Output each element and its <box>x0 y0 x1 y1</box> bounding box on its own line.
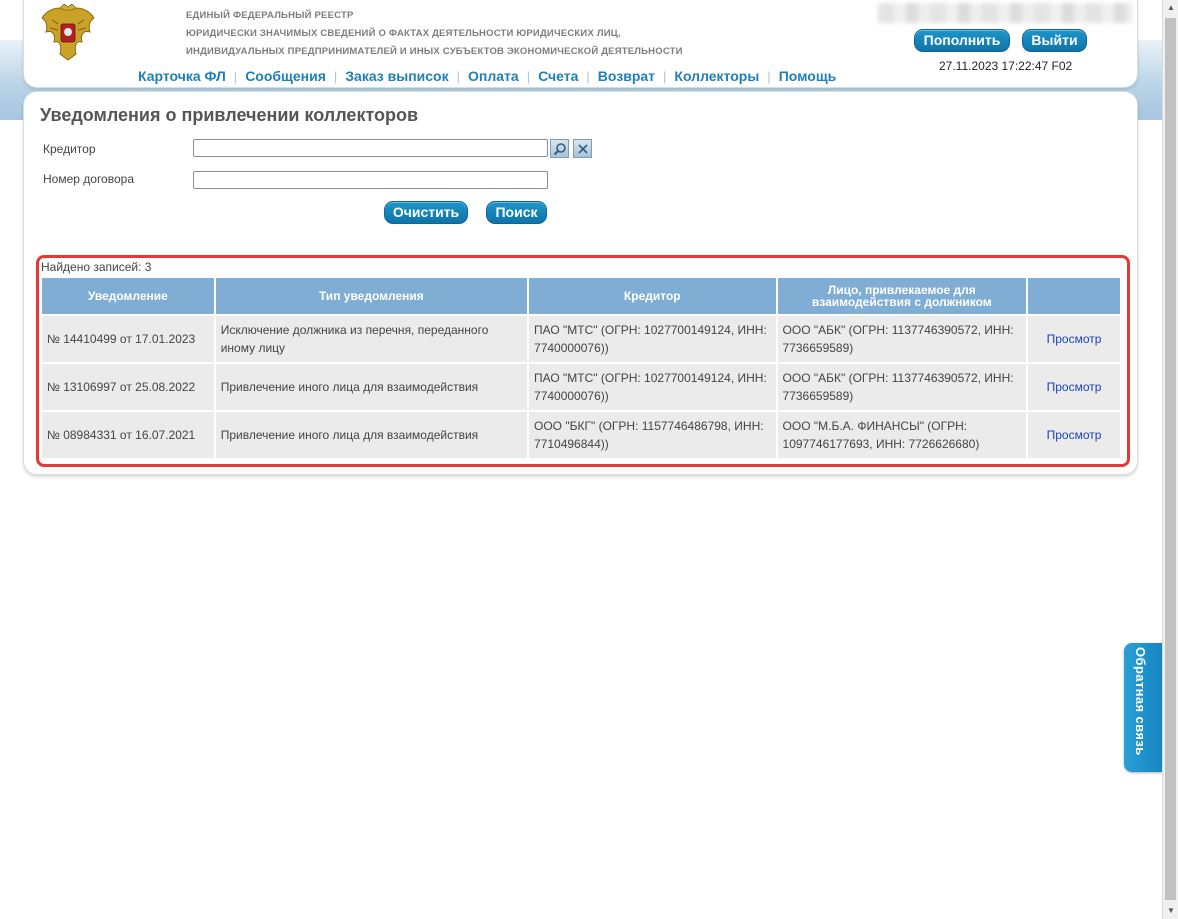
creditor-lookup-button[interactable] <box>550 139 569 158</box>
scroll-down-arrow-icon[interactable]: ▼ <box>1163 903 1178 919</box>
view-link[interactable]: Просмотр <box>1047 380 1102 394</box>
cell-type: Привлечение иного лица для взаимодействи… <box>215 364 528 410</box>
scroll-up-arrow-icon[interactable]: ▲ <box>1163 0 1178 16</box>
cell-agent: ООО "АБК" (ОГРН: 1137746390572, ИНН: 773… <box>777 316 1027 362</box>
nav-item-extracts[interactable]: Заказ выписок <box>337 68 456 84</box>
view-link[interactable]: Просмотр <box>1047 428 1102 442</box>
nav-item-messages[interactable]: Сообщения <box>237 68 334 84</box>
cell-agent: ООО "М.Б.А. ФИНАНСЫ" (ОГРН: 109774617769… <box>777 412 1027 458</box>
user-info-blurred <box>878 3 1133 23</box>
close-icon <box>578 144 588 154</box>
column-header-notice[interactable]: Уведомление <box>42 278 214 314</box>
coat-of-arms-icon <box>41 4 95 61</box>
feedback-label: Обратная связь <box>1133 647 1148 756</box>
creditor-input[interactable] <box>193 139 548 157</box>
topup-button[interactable]: Пополнить <box>914 29 1010 52</box>
contract-number-input[interactable] <box>193 171 548 189</box>
records-found: Найдено записей: 3 <box>41 260 152 274</box>
cell-creditor: ПАО "МТС" (ОГРН: 1027700149124, ИНН: 774… <box>529 364 776 410</box>
cell-agent: ООО "АБК" (ОГРН: 1137746390572, ИНН: 773… <box>777 364 1027 410</box>
contract-number-label: Номер договора <box>43 172 134 186</box>
column-header-actions <box>1028 278 1120 314</box>
notifications-table: Уведомление Тип уведомления Кредитор Лиц… <box>40 276 1122 460</box>
column-header-agent[interactable]: Лицо, привлекаемое для взаимодействия с … <box>777 278 1027 314</box>
cell-action: Просмотр <box>1028 316 1120 362</box>
view-link[interactable]: Просмотр <box>1047 332 1102 346</box>
cell-creditor: ПАО "МТС" (ОГРН: 1027700149124, ИНН: 774… <box>529 316 776 362</box>
cell-notice: № 13106997 от 25.08.2022 <box>42 364 214 410</box>
cell-creditor: ООО "БКГ" (ОГРН: 1157746486798, ИНН: 771… <box>529 412 776 458</box>
nav-item-collectors[interactable]: Коллекторы <box>666 68 767 84</box>
main-nav: Карточка ФЛ | Сообщения | Заказ выписок | Опла… <box>130 68 844 86</box>
table-row: № 08984331 от 16.07.2021 Привлечение ино… <box>42 412 1120 458</box>
nav-item-help[interactable]: Помощь <box>771 68 845 84</box>
nav-item-refund[interactable]: Возврат <box>590 68 663 84</box>
search-button[interactable]: Поиск <box>486 201 547 224</box>
creditor-label: Кредитор <box>43 142 96 156</box>
cell-action: Просмотр <box>1028 364 1120 410</box>
feedback-tab[interactable]: Обратная связь <box>1124 643 1162 772</box>
cell-type: Исключение должника из перечня, переданн… <box>215 316 528 362</box>
nav-item-invoices[interactable]: Счета <box>530 68 586 84</box>
table-row: № 13106997 от 25.08.2022 Привлечение ино… <box>42 364 1120 410</box>
table-header-row: Уведомление Тип уведомления Кредитор Лиц… <box>42 278 1120 314</box>
column-header-creditor[interactable]: Кредитор <box>529 278 776 314</box>
column-header-type[interactable]: Тип уведомления <box>215 278 528 314</box>
registry-line-1: ЕДИНЫЙ ФЕДЕРАЛЬНЫЙ РЕЕСТР <box>186 10 354 21</box>
registry-line-2: ЮРИДИЧЕСКИ ЗНАЧИМЫХ СВЕДЕНИЙ О ФАКТАХ ДЕ… <box>186 28 621 39</box>
clear-button[interactable]: Очистить <box>384 201 468 224</box>
scrollbar-thumb[interactable] <box>1165 18 1176 900</box>
site-header: ЕДИНЫЙ ФЕДЕРАЛЬНЫЙ РЕЕСТР ЮРИДИЧЕСКИ ЗНА… <box>23 0 1138 88</box>
creditor-clear-button[interactable] <box>573 139 592 158</box>
registry-title: ЕДИНЫЙ ФЕДЕРАЛЬНЫЙ РЕЕСТР ЮРИДИЧЕСКИ ЗНА… <box>186 7 683 61</box>
cell-type: Привлечение иного лица для взаимодействи… <box>215 412 528 458</box>
cell-action: Просмотр <box>1028 412 1120 458</box>
nav-item-card[interactable]: Карточка ФЛ <box>130 68 234 84</box>
page-title: Уведомления о привлечении коллекторов <box>40 105 419 125</box>
collectors-panel: Уведомления о привлечении коллекторов Кр… <box>23 91 1138 475</box>
table-row: № 14410499 от 17.01.2023 Исключение долж… <box>42 316 1120 362</box>
cell-notice: № 14410499 от 17.01.2023 <box>42 316 214 362</box>
search-icon <box>553 143 566 156</box>
nav-item-payment[interactable]: Оплата <box>460 68 527 84</box>
page-scrollbar[interactable]: ▲ ▼ <box>1162 0 1178 919</box>
cell-notice: № 08984331 от 16.07.2021 <box>42 412 214 458</box>
registry-line-3: ИНДИВИДУАЛЬНЫХ ПРЕДПРИНИМАТЕЛЕЙ И ИНЫХ С… <box>186 46 683 57</box>
logout-button[interactable]: Выйти <box>1022 29 1087 52</box>
session-datetime: 27.11.2023 17:22:47 F02 <box>939 59 1073 73</box>
